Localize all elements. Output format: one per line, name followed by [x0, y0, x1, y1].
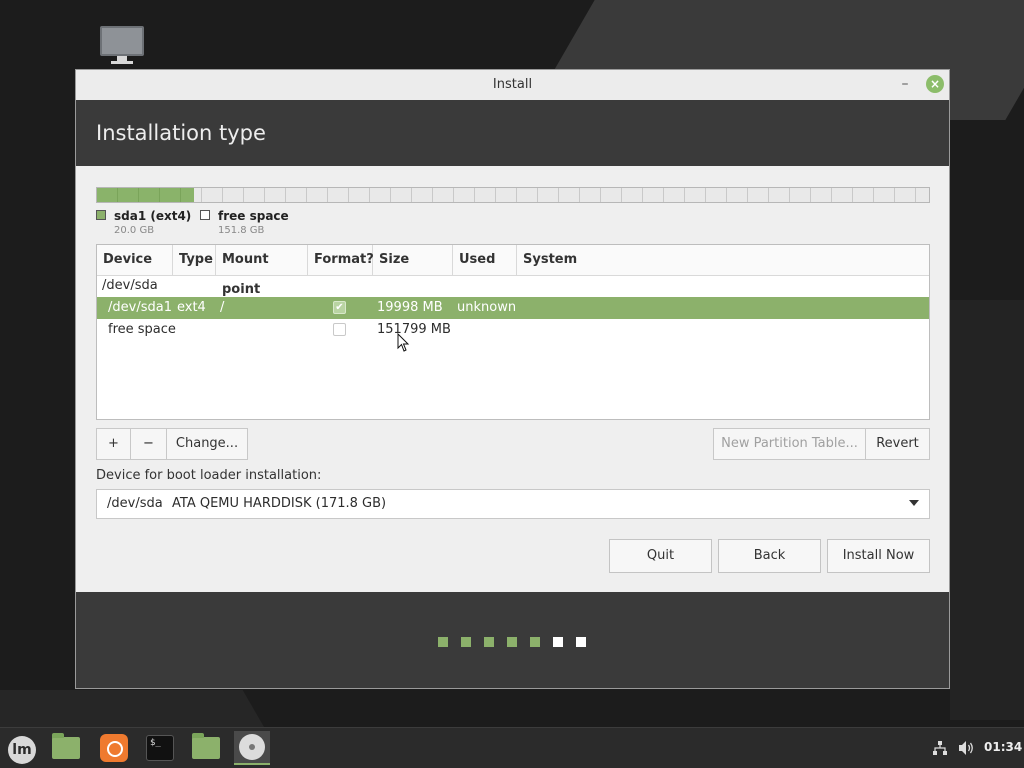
cell-size: 151799 MB [377, 322, 451, 337]
column-header-type[interactable]: Type [173, 245, 216, 275]
taskbar-folder[interactable] [188, 731, 224, 765]
change-partition-button[interactable]: Change... [167, 428, 248, 460]
remove-partition-button[interactable]: − [131, 428, 167, 460]
taskbar-installer[interactable] [234, 731, 270, 765]
cell-device: /dev/sda1 [108, 300, 172, 315]
legend-name: free space [218, 209, 289, 223]
progress-step-dot [576, 637, 586, 647]
cell-size: 19998 MB [377, 300, 443, 315]
format-checkbox[interactable]: ✔ [333, 301, 346, 314]
progress-step-dot [438, 637, 448, 647]
partition-bar [96, 187, 930, 203]
network-icon[interactable] [932, 740, 948, 756]
partition-bar-used-segment [97, 188, 195, 202]
progress-step-dot [507, 637, 517, 647]
window-titlebar[interactable]: Install – × [76, 70, 949, 101]
install-now-button[interactable]: Install Now [827, 539, 930, 573]
page-header: Installation type [76, 100, 949, 166]
partition-table: Device Type Mount point Format? Size Use… [96, 244, 930, 420]
step-progress-footer [76, 592, 949, 688]
mint-menu-icon: lm [8, 736, 36, 764]
clock[interactable]: 01:34 [984, 740, 1022, 754]
mint-menu-button[interactable]: lm [2, 731, 38, 765]
legend-size: 20.0 GB [114, 225, 155, 236]
taskbar-terminal[interactable]: $_ [142, 731, 178, 765]
legend-swatch [200, 210, 210, 220]
installer-disc-icon [239, 734, 265, 760]
back-button[interactable]: Back [718, 539, 821, 573]
column-header-used[interactable]: Used [453, 245, 517, 275]
volume-icon[interactable] [958, 740, 976, 756]
cell-device: free space [108, 322, 176, 337]
new-partition-table-button[interactable]: New Partition Table... [713, 428, 866, 460]
cell-used: unknown [457, 300, 517, 315]
installer-window: Install – × Installation type sda1 (ext4… [75, 69, 950, 689]
folder-icon [192, 733, 220, 759]
table-row[interactable]: /dev/sda1 ext4 / ✔ 19998 MB unknown [97, 297, 929, 319]
table-row[interactable]: free space 151799 MB [97, 319, 929, 341]
column-header-size[interactable]: Size [373, 245, 453, 275]
progress-step-dot [484, 637, 494, 647]
progress-step-dot [553, 637, 563, 647]
legend-name: sda1 (ext4) [114, 209, 192, 223]
table-row-disk[interactable]: /dev/sda [97, 275, 929, 297]
close-button[interactable]: × [926, 75, 944, 93]
computer-desktop-icon[interactable] [99, 26, 145, 66]
cell-device: /dev/sda [102, 278, 158, 293]
bootloader-device-description: ATA QEMU HARDDISK (171.8 GB) [172, 496, 387, 511]
minimize-button[interactable]: – [896, 75, 914, 93]
bootloader-device-select[interactable]: /dev/sda ATA QEMU HARDDISK (171.8 GB) [96, 489, 930, 519]
files-icon [52, 733, 80, 759]
column-header-format[interactable]: Format? [308, 245, 374, 275]
bootloader-device: /dev/sda [107, 496, 163, 511]
column-header-device[interactable]: Device [97, 245, 173, 275]
legend-swatch [96, 210, 106, 220]
progress-step-dot [461, 637, 471, 647]
column-header-system[interactable]: System [517, 245, 929, 275]
progress-step-dot [530, 637, 540, 647]
format-checkbox[interactable] [333, 323, 346, 336]
revert-button[interactable]: Revert [866, 428, 930, 460]
dropdown-arrow-icon [909, 500, 919, 506]
table-header: Device Type Mount point Format? Size Use… [97, 245, 929, 297]
bootloader-label: Device for boot loader installation: [96, 468, 322, 483]
legend-size: 151.8 GB [218, 225, 265, 236]
cell-type: ext4 [177, 300, 206, 315]
cell-mount-point: / [220, 300, 225, 315]
taskbar-files[interactable] [48, 731, 84, 765]
terminal-icon: $_ [146, 735, 174, 761]
mouse-cursor-icon [397, 333, 410, 352]
add-partition-button[interactable]: + [96, 428, 131, 460]
taskbar: lm $_ 01:34 [0, 727, 1024, 768]
page-title: Installation type [96, 121, 266, 145]
window-title: Install [492, 77, 533, 92]
column-header-mount-point[interactable]: Mount point [216, 245, 308, 297]
desktop-background-pane [950, 300, 1024, 720]
quit-button[interactable]: Quit [609, 539, 712, 573]
taskbar-firefox[interactable] [96, 731, 132, 765]
firefox-icon [100, 734, 128, 762]
